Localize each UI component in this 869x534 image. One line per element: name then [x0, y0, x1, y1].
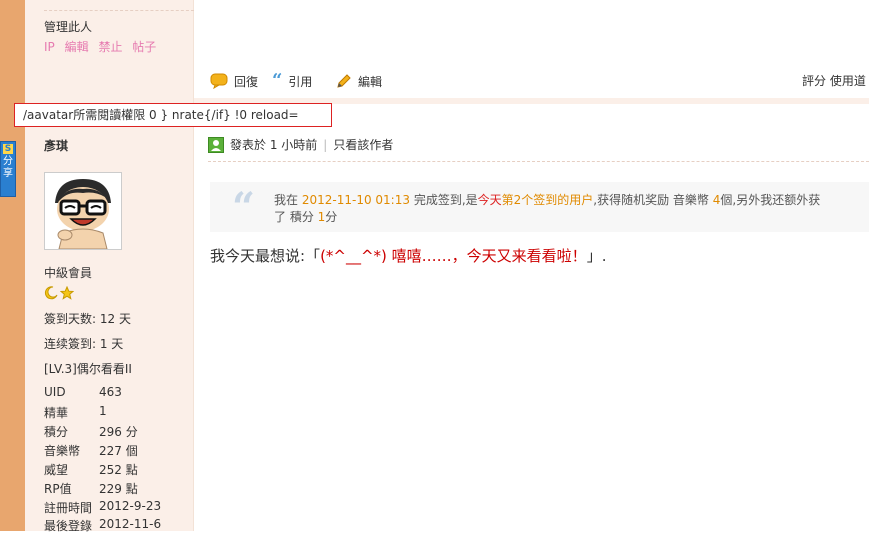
signin-quote-text: 我在 2012-11-10 01:13 完成签到,是今天第2个签到的用户,获得随… [274, 193, 821, 224]
template-debug-text: /aavatar所需閱讀權限 0 } nrate{/if} !0 reload= [14, 103, 332, 127]
quote-button[interactable]: “ 引用 [272, 72, 312, 90]
post-message: 我今天最想说:「(*^__^*) 嘻嘻……，今天又来看看啦！」. [210, 247, 607, 265]
manage-user-title: 管理此人 [44, 20, 93, 34]
quote-mark-icon: “ [232, 184, 256, 231]
rate-and-tools[interactable]: 評分 使用道 [802, 72, 866, 89]
stat-row: UID 463 [44, 385, 122, 399]
share-logo-icon: S [3, 144, 13, 154]
cartoon-avatar-image [45, 173, 121, 250]
author-only-link[interactable]: 只看該作者 [333, 136, 393, 153]
edit-button[interactable]: 編輯 [336, 72, 382, 90]
medal-icons [44, 286, 74, 300]
edit-label: 編輯 [358, 74, 383, 89]
speech-bubble-icon [210, 73, 228, 89]
stat-row: 最後登錄 2012-11-6 [44, 517, 162, 533]
online-status-icon [208, 136, 224, 153]
stat-row: 音樂幣 227 個 [44, 444, 138, 458]
star-icon [60, 286, 74, 300]
manage-link-posts[interactable]: 帖子 [132, 40, 156, 54]
manage-link-ban[interactable]: 禁止 [98, 40, 122, 54]
meta-separator: | [323, 137, 328, 152]
stat-row: 威望 252 點 [44, 463, 138, 477]
stat-row: RP值 229 點 [44, 482, 138, 496]
pencil-icon [337, 74, 351, 88]
reply-label: 回復 [234, 74, 259, 89]
signin-quote-box: “ 我在 2012-11-10 01:13 完成签到,是今天第2个签到的用户,获… [210, 182, 869, 232]
member-rank: 中級會員 [44, 266, 93, 280]
share-tab[interactable]: S 分享 [0, 141, 16, 197]
post-time: 發表於 1 小時前 [230, 138, 318, 152]
username[interactable]: 彥琪 [44, 137, 68, 154]
meta-divider [208, 161, 869, 162]
stat-row: 積分 296 分 [44, 425, 138, 439]
share-tab-label: 分享 [3, 156, 13, 179]
reply-button[interactable]: 回復 [210, 72, 258, 90]
left-edge-bar [0, 0, 25, 531]
user-level: [LV.3]偶尔看看II [44, 362, 132, 376]
consecutive-signin: 连续簽到: 1 天 [44, 337, 124, 351]
stat-row: 註冊時間 2012-9-23 [44, 499, 162, 515]
signin-days: 簽到天数: 12 天 [44, 312, 131, 326]
moon-icon [44, 286, 58, 300]
manage-link-edit[interactable]: 編輯 [65, 40, 89, 54]
post-toolbar: 回復 “ 引用 編輯 評分 使用道 [194, 70, 869, 94]
manage-link-ip[interactable]: IP [44, 40, 55, 54]
quote-label: 引用 [288, 74, 313, 89]
post-meta: 發表於 1 小時前 | 只看該作者 [208, 136, 393, 153]
sidebar-top-divider [44, 10, 194, 11]
quote-icon: “ [272, 70, 283, 91]
avatar[interactable] [44, 172, 122, 250]
manage-links: IP 編輯 禁止 帖子 [44, 38, 162, 55]
stat-row: 精華 1 [44, 404, 107, 420]
